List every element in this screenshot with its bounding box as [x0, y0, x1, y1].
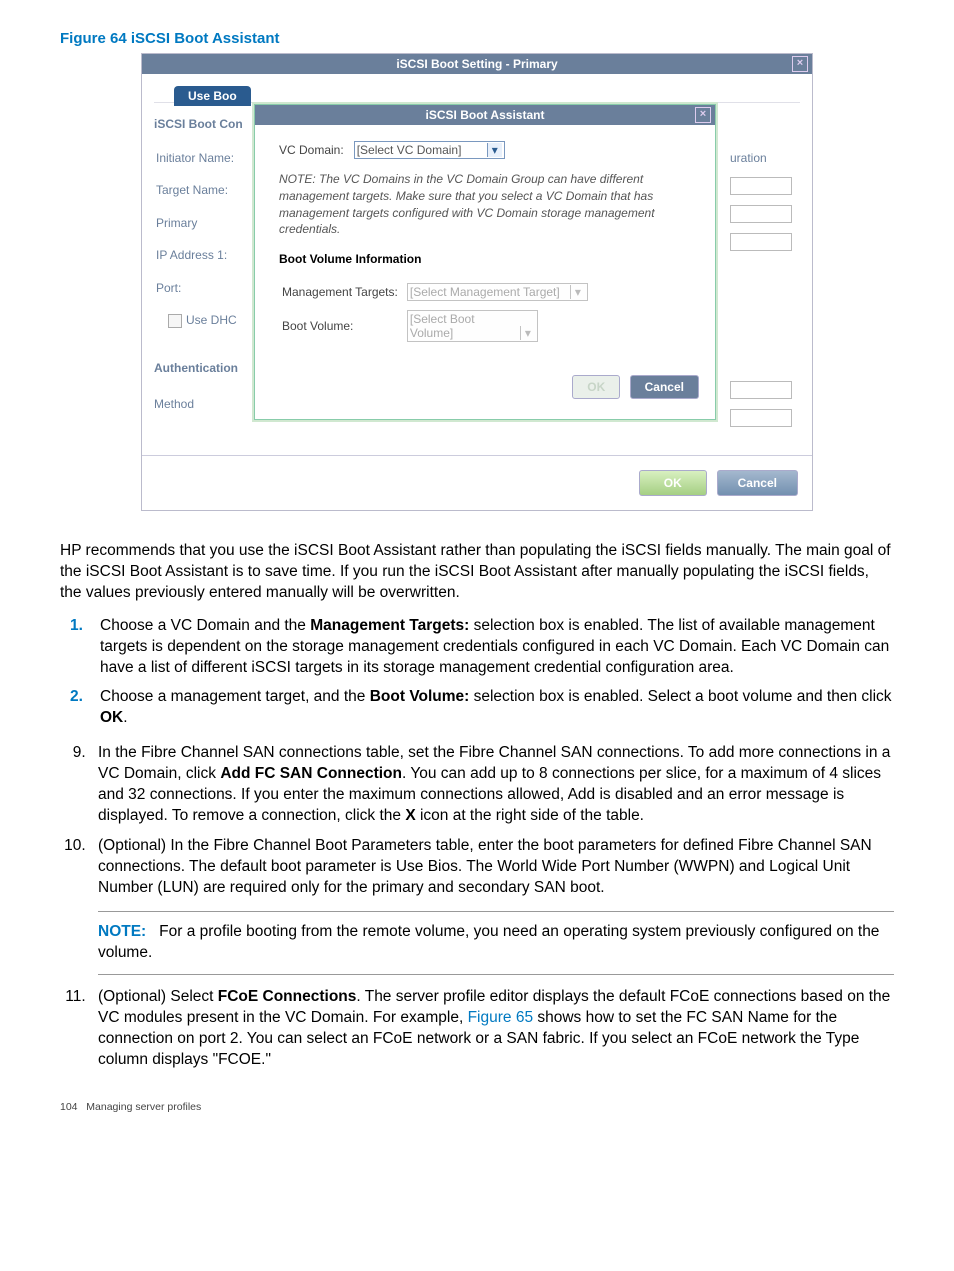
boot-volume-label: Boot Volume: [281, 304, 404, 343]
page-footer: 104 Managing server profiles [60, 1101, 894, 1113]
boot-volume-value: [Select Boot Volume] [410, 312, 520, 340]
close-icon[interactable]: × [792, 56, 808, 72]
footer-text: Managing server profiles [86, 1101, 201, 1113]
inner-ok-button[interactable]: OK [572, 375, 620, 399]
mgmt-targets-dropdown[interactable]: [Select Management Target]▾ [407, 283, 588, 301]
section-authentication: Authentication [154, 361, 262, 377]
label-usedhc: Use DHC [186, 313, 237, 327]
intro-paragraph: HP recommends that you use the iSCSI Boo… [60, 541, 894, 604]
label-ip1: IP Address 1: [156, 240, 237, 270]
note-text: For a profile booting from the remote vo… [98, 923, 879, 961]
inner-dialog: iSCSI Boot Assistant × VC Domain: [Selec… [254, 104, 716, 420]
partial-input-4[interactable] [730, 381, 792, 399]
step-11: (Optional) Select FCoE Connections. The … [90, 987, 894, 1071]
outer-title-text: iSCSI Boot Setting - Primary [396, 57, 557, 71]
note-label: NOTE: [98, 923, 146, 940]
mgmt-targets-label: Management Targets: [281, 282, 404, 302]
inner-title-text: iSCSI Boot Assistant [426, 108, 545, 122]
note-box: NOTE: For a profile booting from the rem… [98, 911, 894, 975]
step-10: (Optional) In the Fibre Channel Boot Par… [90, 836, 894, 975]
label-initiator: Initiator Name: [156, 143, 237, 173]
vc-domain-dropdown[interactable]: [Select VC Domain]▾ [354, 141, 505, 159]
vc-domain-value: [Select VC Domain] [357, 143, 487, 157]
label-primary: Primary [156, 208, 237, 238]
chevron-down-icon: ▾ [520, 326, 535, 340]
outer-ok-button[interactable]: OK [639, 470, 707, 496]
section-iscsi-boot-con: iSCSI Boot Con [154, 117, 262, 133]
chevron-down-icon: ▾ [487, 143, 502, 157]
chevron-down-icon: ▾ [570, 285, 585, 299]
screenshot-figure: iSCSI Boot Setting - Primary × Use Boo i… [141, 53, 813, 511]
section-boot-volume-info: Boot Volume Information [279, 252, 699, 266]
figure-65-link[interactable]: Figure 65 [468, 1009, 533, 1026]
label-port: Port: [156, 273, 237, 303]
inner-dialog-title: iSCSI Boot Assistant × [255, 105, 715, 125]
mgmt-targets-value: [Select Management Target] [410, 285, 570, 299]
label-method: Method [154, 391, 262, 417]
usedhc-checkbox[interactable] [168, 314, 182, 328]
outer-dialog-title: iSCSI Boot Setting - Primary × [142, 54, 812, 74]
partial-input-2[interactable] [730, 205, 792, 223]
vc-domain-label: VC Domain: [279, 143, 344, 157]
step-9: In the Fibre Channel SAN connections tab… [90, 743, 894, 827]
partial-input-1[interactable] [730, 177, 792, 195]
substep-2: Choose a management target, and the Boot… [100, 687, 894, 729]
inner-note: NOTE: The VC Domains in the VC Domain Gr… [279, 171, 699, 238]
page-number: 104 [60, 1101, 78, 1113]
partial-input-3[interactable] [730, 233, 792, 251]
figure-caption: Figure 64 iSCSI Boot Assistant [60, 30, 894, 47]
substep-1: Choose a VC Domain and the Management Ta… [100, 616, 894, 679]
right-fragment: uration [730, 145, 800, 171]
boot-volume-dropdown[interactable]: [Select Boot Volume]▾ [407, 310, 538, 342]
outer-cancel-button[interactable]: Cancel [717, 470, 798, 496]
inner-cancel-button[interactable]: Cancel [630, 375, 699, 399]
partial-input-5[interactable] [730, 409, 792, 427]
label-target: Target Name: [156, 175, 237, 205]
close-icon[interactable]: × [695, 107, 711, 123]
